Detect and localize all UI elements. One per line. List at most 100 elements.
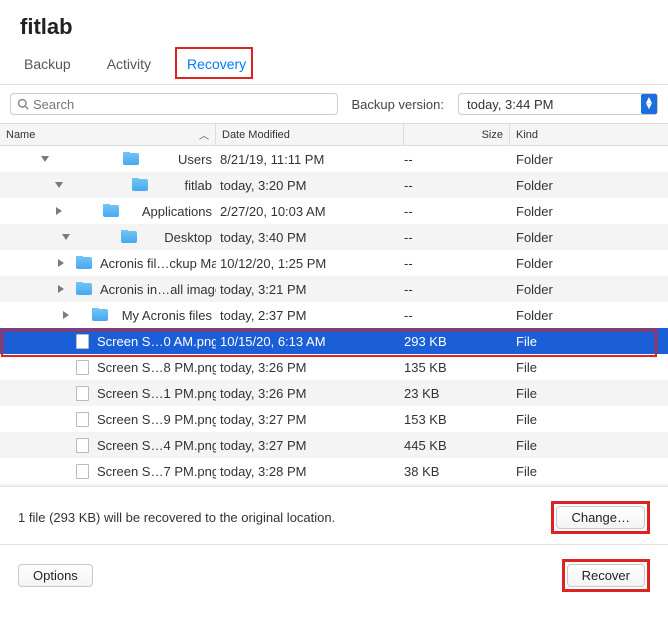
search-icon bbox=[17, 98, 29, 110]
backup-version-select[interactable]: today, 3:44 PM ▲▼ bbox=[458, 93, 658, 115]
file-icon bbox=[76, 438, 89, 453]
row-kind: File bbox=[510, 334, 668, 349]
file-icon bbox=[76, 386, 89, 401]
table-row[interactable]: My Acronis files today, 2:37 PM--Folder bbox=[0, 302, 668, 328]
col-kind[interactable]: Kind bbox=[510, 124, 668, 145]
backup-version-value: today, 3:44 PM bbox=[467, 97, 553, 112]
folder-icon bbox=[103, 205, 119, 217]
row-date: 8/21/19, 11:11 PM bbox=[216, 152, 404, 167]
file-icon bbox=[76, 464, 89, 479]
row-kind: Folder bbox=[510, 230, 668, 245]
table-row[interactable]: fitlab today, 3:20 PM--Folder bbox=[0, 172, 668, 198]
row-size: 23 KB bbox=[404, 386, 510, 401]
row-kind: Folder bbox=[510, 204, 668, 219]
row-size: -- bbox=[404, 256, 510, 271]
col-name[interactable]: Name︿ bbox=[0, 124, 216, 145]
row-name: My Acronis files bbox=[122, 308, 212, 323]
row-name: Screen S…7 PM.png bbox=[97, 464, 216, 479]
row-name: Screen S…1 PM.png bbox=[97, 386, 216, 401]
row-name: Screen S…4 PM.png bbox=[97, 438, 216, 453]
row-name: Acronis fil…ckup Mac bbox=[100, 256, 216, 271]
table-row[interactable]: Applications2/27/20, 10:03 AM--Folder bbox=[0, 198, 668, 224]
table-row[interactable]: Acronis fil…ckup Mac10/12/20, 1:25 PM--F… bbox=[0, 250, 668, 276]
row-date: today, 3:27 PM bbox=[216, 412, 404, 427]
folder-icon bbox=[132, 179, 148, 191]
page-title: fitlab bbox=[20, 14, 648, 40]
backup-version-label: Backup version: bbox=[352, 97, 445, 112]
row-name: Screen S…8 PM.png bbox=[97, 360, 216, 375]
change-button[interactable]: Change… bbox=[556, 506, 645, 529]
col-size[interactable]: Size bbox=[404, 124, 510, 145]
row-kind: Folder bbox=[510, 308, 668, 323]
file-icon bbox=[76, 360, 89, 375]
table-row[interactable]: Screen S…7 PM.pngtoday, 3:30 PM39 KBFile bbox=[0, 484, 668, 486]
row-date: today, 2:37 PM bbox=[216, 308, 404, 323]
table-row[interactable]: Acronis in…all imagestoday, 3:21 PM--Fol… bbox=[0, 276, 668, 302]
highlight-change-button: Change… bbox=[551, 501, 650, 534]
sort-asc-icon: ︿ bbox=[199, 127, 209, 142]
chevron-down-icon[interactable] bbox=[62, 234, 70, 240]
row-name: Applications bbox=[142, 204, 212, 219]
row-size: 135 KB bbox=[404, 360, 510, 375]
table-row[interactable]: Screen S…8 PM.pngtoday, 3:26 PM135 KBFil… bbox=[0, 354, 668, 380]
table-row[interactable]: Users 8/21/19, 11:11 PM--Folder bbox=[0, 146, 668, 172]
table-row[interactable]: Screen S…9 PM.pngtoday, 3:27 PM153 KBFil… bbox=[0, 406, 668, 432]
folder-icon bbox=[121, 231, 137, 243]
row-date: today, 3:28 PM bbox=[216, 464, 404, 479]
row-kind: File bbox=[510, 438, 668, 453]
row-size: 153 KB bbox=[404, 412, 510, 427]
table-row[interactable]: Screen S…1 PM.pngtoday, 3:26 PM23 KBFile bbox=[0, 380, 668, 406]
row-kind: File bbox=[510, 360, 668, 375]
table-row[interactable]: Screen S…0 AM.png10/15/20, 6:13 AM293 KB… bbox=[0, 328, 668, 354]
row-size: -- bbox=[404, 308, 510, 323]
row-date: today, 3:20 PM bbox=[216, 178, 404, 193]
tab-backup[interactable]: Backup bbox=[24, 50, 71, 84]
row-size: -- bbox=[404, 152, 510, 167]
recover-button[interactable]: Recover bbox=[567, 564, 645, 587]
chevron-right-icon[interactable] bbox=[63, 311, 69, 319]
row-kind: Folder bbox=[510, 256, 668, 271]
chevron-down-icon[interactable] bbox=[55, 182, 63, 188]
row-size: -- bbox=[404, 230, 510, 245]
row-date: today, 3:27 PM bbox=[216, 438, 404, 453]
tab-recovery[interactable]: Recovery bbox=[187, 50, 246, 84]
row-name: Screen S…0 AM.png bbox=[97, 334, 216, 349]
row-kind: Folder bbox=[510, 152, 668, 167]
row-name: Users bbox=[178, 152, 212, 167]
row-size: -- bbox=[404, 178, 510, 193]
highlight-recover-button: Recover bbox=[562, 559, 650, 592]
folder-icon bbox=[123, 153, 139, 165]
tab-activity[interactable]: Activity bbox=[107, 50, 151, 84]
row-kind: File bbox=[510, 464, 668, 479]
file-icon bbox=[76, 334, 89, 349]
chevron-right-icon[interactable] bbox=[58, 285, 64, 293]
row-name: Screen S…9 PM.png bbox=[97, 412, 216, 427]
row-date: 10/15/20, 6:13 AM bbox=[216, 334, 404, 349]
table-row[interactable]: Desktoptoday, 3:40 PM--Folder bbox=[0, 224, 668, 250]
row-date: today, 3:26 PM bbox=[216, 386, 404, 401]
row-date: 10/12/20, 1:25 PM bbox=[216, 256, 404, 271]
row-kind: Folder bbox=[510, 282, 668, 297]
row-kind: Folder bbox=[510, 178, 668, 193]
row-size: 38 KB bbox=[404, 464, 510, 479]
row-kind: File bbox=[510, 412, 668, 427]
table-row[interactable]: Screen S…4 PM.pngtoday, 3:27 PM445 KBFil… bbox=[0, 432, 668, 458]
row-size: -- bbox=[404, 204, 510, 219]
row-size: -- bbox=[404, 282, 510, 297]
chevron-down-icon[interactable] bbox=[41, 156, 49, 162]
search-box[interactable] bbox=[10, 93, 338, 115]
chevron-right-icon[interactable] bbox=[58, 259, 64, 267]
chevron-right-icon[interactable] bbox=[56, 207, 62, 215]
folder-icon bbox=[76, 283, 92, 295]
search-input[interactable] bbox=[33, 97, 331, 112]
options-button[interactable]: Options bbox=[18, 564, 93, 587]
col-date[interactable]: Date Modified bbox=[216, 124, 404, 145]
row-name: Desktop bbox=[164, 230, 212, 245]
status-text: 1 file (293 KB) will be recovered to the… bbox=[18, 510, 335, 525]
folder-icon bbox=[76, 257, 92, 269]
row-size: 445 KB bbox=[404, 438, 510, 453]
select-arrow-icon: ▲▼ bbox=[641, 94, 657, 114]
row-name: Acronis in…all images bbox=[100, 282, 216, 297]
table-row[interactable]: Screen S…7 PM.pngtoday, 3:28 PM38 KBFile bbox=[0, 458, 668, 484]
row-name: fitlab bbox=[185, 178, 212, 193]
